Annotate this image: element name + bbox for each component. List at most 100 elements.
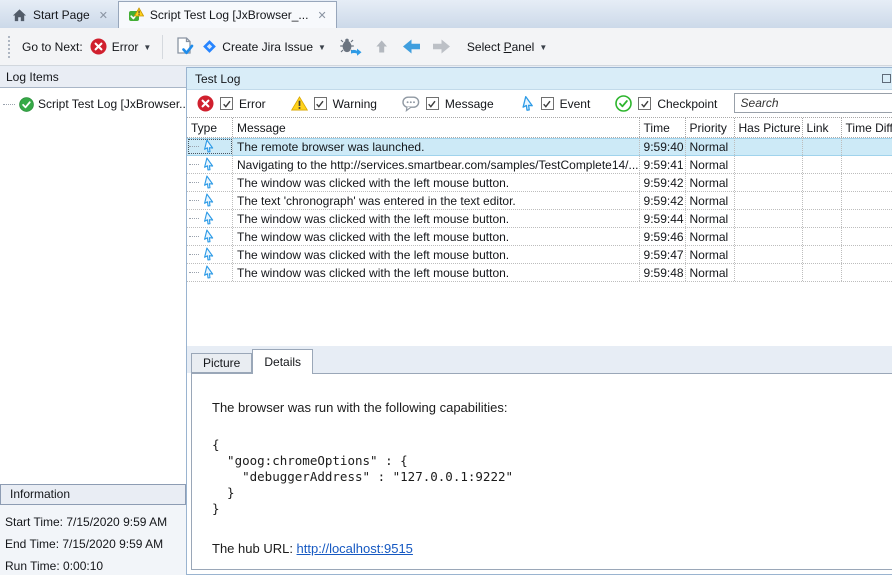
filter-bar: Error Warning Message xyxy=(187,90,892,117)
time-diff-cell: 0.03 xyxy=(842,192,892,209)
time-cell: 9:59:40 xyxy=(640,138,686,155)
table-row[interactable]: The window was clicked with the left mou… xyxy=(187,246,892,264)
column-header-message[interactable]: Message xyxy=(233,118,640,137)
table-row[interactable]: Navigating to the http://services.smartb… xyxy=(187,156,892,174)
has-picture-cell xyxy=(735,228,803,245)
message-cell: The window was clicked with the left mou… xyxy=(233,264,640,281)
tab-close-icon[interactable]: ✕ xyxy=(99,9,108,22)
toolbar-separator xyxy=(162,35,163,59)
success-check-icon xyxy=(19,97,34,112)
filter-label: Event xyxy=(560,97,591,111)
create-report-button[interactable] xyxy=(174,36,195,57)
search-box xyxy=(734,93,892,113)
time-cell: 9:59:48 xyxy=(640,264,686,281)
time-cell: 9:59:41 xyxy=(640,156,686,173)
filter-label: Message xyxy=(445,97,494,111)
tab-details[interactable]: Details xyxy=(252,349,313,374)
tree-branch-line xyxy=(189,254,199,255)
message-filter-checkbox[interactable] xyxy=(426,97,439,110)
column-header-has-picture[interactable]: Has Picture xyxy=(735,118,803,137)
link-cell xyxy=(803,138,842,155)
has-picture-cell xyxy=(735,174,803,191)
column-header-time[interactable]: Time xyxy=(640,118,686,137)
column-header-type[interactable]: Type xyxy=(187,118,233,137)
warning-filter-checkbox[interactable] xyxy=(314,97,327,110)
right-arrow-icon xyxy=(431,38,452,55)
priority-cell: Normal xyxy=(686,228,735,245)
message-cell: The text 'chronograph' was entered in th… xyxy=(233,192,640,209)
filter-error: Error xyxy=(197,95,266,112)
time-cell: 9:59:42 xyxy=(640,174,686,191)
filter-checkpoint: Checkpoint xyxy=(615,95,717,112)
filter-label: Error xyxy=(239,97,266,111)
go-to-next-label: Go to Next: xyxy=(22,40,83,54)
table-row[interactable]: The window was clicked with the left mou… xyxy=(187,210,892,228)
message-cell: The window was clicked with the left mou… xyxy=(233,228,640,245)
toolbar-grip[interactable] xyxy=(8,36,10,58)
tab-close-icon[interactable]: ✕ xyxy=(317,9,326,22)
priority-cell: Normal xyxy=(686,264,735,281)
error-dropdown-label: Error xyxy=(112,40,139,54)
table-row[interactable]: The window was clicked with the left mou… xyxy=(187,264,892,282)
create-jira-issue-button[interactable]: Create Jira Issue ▼ xyxy=(202,39,326,54)
tree-item-script-test-log[interactable]: Script Test Log [JxBrowser... xyxy=(0,94,186,114)
table-row[interactable]: The window was clicked with the left mou… xyxy=(187,174,892,192)
main-toolbar: Go to Next: Error ▼ Create Jira Issue ▼ xyxy=(0,28,892,66)
type-cell xyxy=(187,174,233,191)
column-header-link[interactable]: Link xyxy=(803,118,842,137)
time-diff-cell: 1.74 xyxy=(842,210,892,227)
document-tab-bar: Start Page ✕ Script Test Log [JxBrowser_… xyxy=(0,0,892,28)
hub-url-link[interactable]: http://localhost:9515 xyxy=(297,541,413,556)
error-icon xyxy=(90,38,107,55)
column-header-time-diff[interactable]: Time Diff (sec) xyxy=(842,118,892,137)
log-items-tree: Script Test Log [JxBrowser... xyxy=(0,88,186,484)
time-cell: 9:59:44 xyxy=(640,210,686,227)
filter-label: Warning xyxy=(333,97,377,111)
has-picture-cell xyxy=(735,210,803,227)
event-cursor-icon xyxy=(201,247,215,262)
select-panel-button[interactable]: Select Panel ▼ xyxy=(467,40,547,54)
time-cell: 9:59:42 xyxy=(640,192,686,209)
tab-script-test-log[interactable]: Script Test Log [JxBrowser_... ✕ xyxy=(118,1,337,28)
has-picture-cell xyxy=(735,192,803,209)
filter-event: Event xyxy=(519,96,591,112)
event-filter-checkbox[interactable] xyxy=(541,97,554,110)
go-back-button[interactable] xyxy=(401,38,422,55)
end-time-text: End Time: 7/15/2020 9:59 AM xyxy=(5,533,186,555)
link-cell xyxy=(803,210,842,227)
go-forward-button[interactable] xyxy=(431,38,452,55)
go-to-next-error-button[interactable]: Error ▼ xyxy=(90,38,152,55)
checkpoint-filter-checkbox[interactable] xyxy=(638,97,651,110)
event-cursor-icon xyxy=(201,229,215,244)
time-cell: 9:59:47 xyxy=(640,246,686,263)
type-cell xyxy=(187,138,233,155)
log-items-sidebar: Log Items Script Test Log [JxBrowser... … xyxy=(0,67,186,575)
checkpoint-icon xyxy=(615,95,632,112)
column-header-priority[interactable]: Priority xyxy=(686,118,735,137)
app-window: Start Page ✕ Script Test Log [JxBrowser_… xyxy=(0,0,892,575)
go-to-parent-button[interactable] xyxy=(373,38,390,55)
maximize-icon[interactable] xyxy=(882,74,891,83)
log-items-header: Log Items xyxy=(0,67,186,88)
has-picture-cell xyxy=(735,246,803,263)
has-picture-cell xyxy=(735,264,803,281)
tab-label: Script Test Log [JxBrowser_... xyxy=(150,8,309,22)
error-filter-checkbox[interactable] xyxy=(220,97,233,110)
tree-branch-line xyxy=(189,236,199,237)
tab-start-page[interactable]: Start Page ✕ xyxy=(2,1,118,28)
table-row[interactable]: The remote browser was launched. 9:59:40… xyxy=(187,138,892,156)
test-log-panel-header: Test Log ✕ xyxy=(187,68,892,90)
link-cell xyxy=(803,246,842,263)
search-input[interactable] xyxy=(735,96,892,110)
event-cursor-icon xyxy=(519,96,535,112)
event-cursor-icon xyxy=(201,193,215,208)
tree-branch-line xyxy=(3,104,15,105)
up-arrow-icon xyxy=(373,38,390,55)
post-issue-to-tracker-button[interactable] xyxy=(339,37,362,56)
information-body: Start Time: 7/15/2020 9:59 AM End Time: … xyxy=(0,505,186,575)
create-jira-label: Create Jira Issue xyxy=(222,40,313,54)
tab-picture[interactable]: Picture xyxy=(191,353,252,373)
type-cell xyxy=(187,246,233,263)
table-row[interactable]: The text 'chronograph' was entered in th… xyxy=(187,192,892,210)
table-row[interactable]: The window was clicked with the left mou… xyxy=(187,228,892,246)
